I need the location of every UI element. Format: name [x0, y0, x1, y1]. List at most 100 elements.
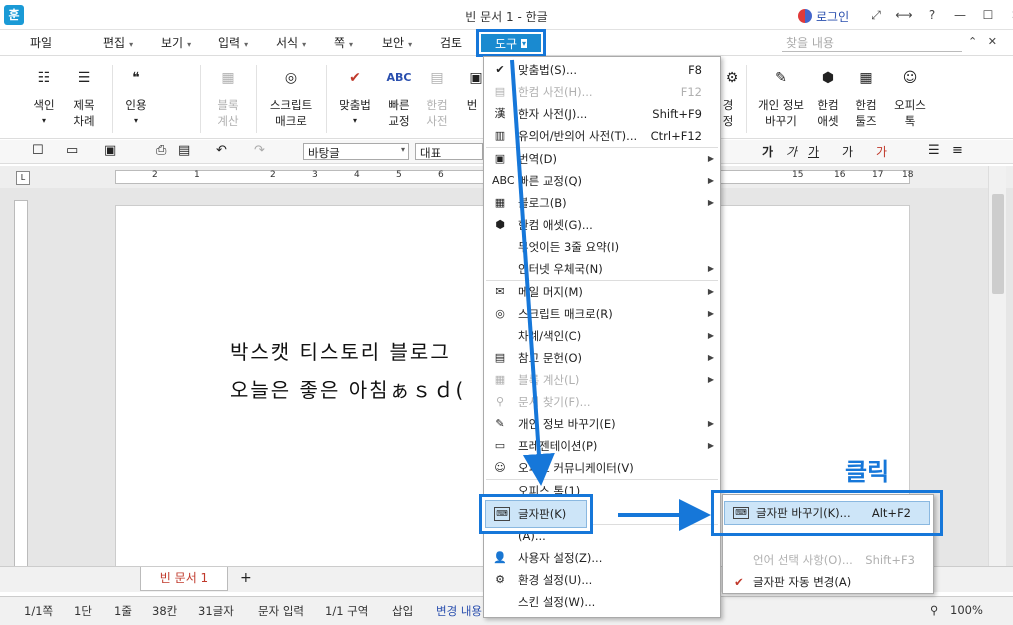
align-left-icon[interactable]: ≡ — [952, 143, 963, 158]
submenu-label: 글자판 자동 변경(A) — [753, 575, 852, 589]
window-title: 빈 문서 1 - 한글 — [465, 10, 548, 24]
ribbon-label: 차례 — [73, 114, 95, 128]
change-keyboard-menu-item[interactable]: ⌨ 글자판 바꾸기(K)... Alt+F2 — [711, 490, 943, 536]
find-close-icon[interactable]: ✕ — [988, 35, 997, 48]
ribbon-translate-button[interactable]: ▣ 번 — [462, 65, 483, 113]
menu-edit[interactable]: 편집 ▾ — [103, 34, 133, 51]
tools-menu-item[interactable]: ▤ 참고 문헌(O) ▶ — [484, 347, 720, 369]
tools-menu-item[interactable]: ▤ 한컴 사전(H)... F12 — [484, 81, 720, 103]
tools-menu-item[interactable]: ⚙ 환경 설정(U)... — [484, 569, 720, 591]
tools-menu-item[interactable]: ⚲ 문서 찾기(F)... — [484, 391, 720, 413]
menu-tools[interactable]: 도구 ▾ — [476, 29, 546, 57]
strikethrough-button[interactable]: 가 — [842, 143, 853, 160]
align-justify-icon[interactable]: ☰ — [928, 143, 940, 158]
add-tab-button[interactable]: + — [240, 570, 252, 586]
menu-insert[interactable]: 입력 ▾ — [218, 34, 248, 51]
ribbon-block-calc-button[interactable]: ▦ 블록 계산 — [208, 65, 248, 129]
ribbon-dictionary-button[interactable]: ▤ 한컴 사전 — [420, 65, 454, 129]
vertical-scrollbar[interactable] — [988, 166, 1006, 566]
zoom-icon[interactable]: ⚲ — [930, 603, 938, 617]
keyboard-layout-menu-item[interactable]: ⌨ 글자판(K) — [479, 494, 593, 534]
keyboard-layout-highlight: ⌨ 글자판(K) — [485, 500, 587, 528]
ruler-tick-label: 6 — [438, 170, 444, 180]
save-icon[interactable]: ▣ — [104, 143, 116, 158]
scrollbar-thumb[interactable] — [992, 194, 1004, 294]
ruler-corner[interactable]: L — [16, 171, 30, 185]
font-color-button[interactable]: 가 — [876, 143, 887, 160]
print-icon[interactable]: ⎙ — [156, 143, 166, 158]
minimize-icon[interactable]: — — [949, 6, 971, 24]
tools-menu-item[interactable]: 漢 한자 사전(J)... Shift+F9 — [484, 103, 720, 125]
tools-menu-item[interactable]: 인터넷 우체국(N) ▶ — [484, 258, 720, 280]
split-icon[interactable]: ⟷ — [893, 6, 915, 24]
tools-menu-item[interactable]: ✔ 맞춤법(S)... F8 — [484, 59, 720, 81]
tools-menu-item[interactable]: 무엇이든 3줄 요약(I) — [484, 236, 720, 258]
auto-keyboard-change-item[interactable]: ✔ 글자판 자동 변경(A) — [723, 571, 933, 593]
menu-file[interactable]: 파일 — [30, 34, 52, 51]
open-folder-icon[interactable]: ▭ — [66, 143, 78, 158]
click-annotation: 클릭 — [845, 458, 890, 486]
status-input-mode[interactable]: 문자 입력 — [258, 603, 304, 619]
tools-menu-item[interactable]: ☺ 오피스 커뮤니케이터(V) — [484, 457, 720, 479]
tools-menu-item[interactable]: ✉ 메일 머지(M) ▶ — [484, 281, 720, 303]
menu-security[interactable]: 보안 ▾ — [382, 34, 412, 51]
preview-icon[interactable]: ▤ — [178, 143, 190, 158]
vertical-ruler[interactable] — [14, 200, 28, 568]
tools-menu-item[interactable]: 차례/색인(C) ▶ — [484, 325, 720, 347]
ribbon-officetalk-button[interactable]: ☺ 오피스 톡 — [890, 65, 930, 129]
menu-view[interactable]: 보기 ▾ — [161, 34, 191, 51]
expand-icon[interactable]: ⤢ — [865, 6, 887, 24]
font-select[interactable]: 대표 — [415, 143, 483, 160]
close-icon[interactable]: ✕ — [1005, 6, 1013, 24]
tools-menu-item[interactable]: ◎ 스크립트 매크로(R) ▶ — [484, 303, 720, 325]
document-text-line[interactable]: 박스캣 티스토리 블로그 — [230, 336, 451, 365]
menu-item-label: 차례/색인(C) — [518, 329, 582, 343]
document-text-line[interactable]: 오늘은 좋은 아침ぁｓｄ( — [230, 374, 465, 403]
tools-menu-item[interactable]: ▥ 유의어/반의어 사전(T)... Ctrl+F12 — [484, 125, 720, 147]
tools-menu-item[interactable]: ABC 빠른 교정(Q) ▶ — [484, 170, 720, 192]
gear-icon: ⚙ — [725, 70, 739, 86]
ribbon-index-button[interactable]: ☷ 색인 ▾ — [28, 65, 60, 129]
find-up-icon[interactable]: ⌃ — [968, 35, 977, 48]
ribbon-tools-button[interactable]: ▦ 한컴 툴즈 — [850, 65, 882, 129]
ruler-tick-label: 17 — [872, 170, 884, 180]
bold-button[interactable]: 가 — [762, 143, 773, 160]
menu-review[interactable]: 검토 — [440, 34, 462, 51]
ribbon-script-macro-button[interactable]: ◎ 스크립트 매크로 — [262, 65, 320, 129]
tools-menu-item[interactable]: ▭ 프레젠테이션(P) ▶ — [484, 435, 720, 457]
ribbon-asset-button[interactable]: ⬢ 한컴 애셋 — [812, 65, 844, 129]
status-insert[interactable]: 삽입 — [392, 603, 413, 619]
language-option-item[interactable]: 언어 선택 사항(O)... Shift+F3 — [723, 549, 933, 571]
ribbon-settings-button[interactable]: ⚙ 경 정 — [718, 65, 739, 129]
divider — [746, 65, 747, 133]
ribbon-spellcheck-button[interactable]: ✔ 맞춤법 ▾ — [332, 65, 378, 129]
status-zoom[interactable]: 100% — [950, 603, 983, 617]
maximize-icon[interactable]: ☐ — [977, 6, 999, 24]
menu-format[interactable]: 서식 ▾ — [276, 34, 306, 51]
tools-menu-item[interactable]: ▣ 번역(D) ▶ — [484, 148, 720, 170]
tools-menu-item[interactable]: 👤 사용자 설정(Z)... — [484, 547, 720, 569]
ribbon-quick-correct-button[interactable]: ABC 빠른 교정 — [382, 65, 416, 129]
italic-button[interactable]: 가 — [786, 143, 797, 160]
tools-menu-item[interactable]: ▦ 블로그(B) ▶ — [484, 192, 720, 214]
redo-icon[interactable]: ↷ — [254, 143, 265, 158]
quote-icon: ❝ — [132, 70, 140, 86]
underline-button[interactable]: 가 — [808, 143, 819, 160]
ribbon-cite-button[interactable]: ❝ 인용 ▾ — [118, 65, 154, 129]
menu-page[interactable]: 쪽 ▾ — [334, 34, 353, 51]
ribbon-toc-button[interactable]: ☰ 제목 차례 — [64, 65, 104, 129]
style-select[interactable]: 바탕글 ▾ — [303, 143, 409, 160]
find-input[interactable]: 찾을 내용 — [782, 34, 962, 52]
new-doc-icon[interactable]: ☐ — [32, 143, 44, 158]
tools-menu-item[interactable]: ✎ 개인 정보 바꾸기(E) ▶ — [484, 413, 720, 435]
tools-menu-item[interactable]: ▦ 블록 계산(L) ▶ — [484, 369, 720, 391]
login-button[interactable]: 로그인 — [798, 7, 849, 25]
tools-menu-item[interactable]: ⬢ 한컴 애셋(G)... — [484, 214, 720, 236]
tools-menu-item[interactable]: 스킨 설정(W)... — [484, 591, 720, 613]
help-icon[interactable]: ? — [921, 6, 943, 24]
ribbon-privacy-button[interactable]: ✎ 개인 정보 바꾸기 — [752, 65, 810, 129]
menu-item-label: 스크립트 매크로(R) — [518, 307, 613, 321]
undo-icon[interactable]: ↶ — [216, 143, 227, 158]
status-track-changes[interactable]: 변경 내용 — [436, 603, 482, 619]
document-tab[interactable]: 빈 문서 1 — [140, 567, 228, 591]
